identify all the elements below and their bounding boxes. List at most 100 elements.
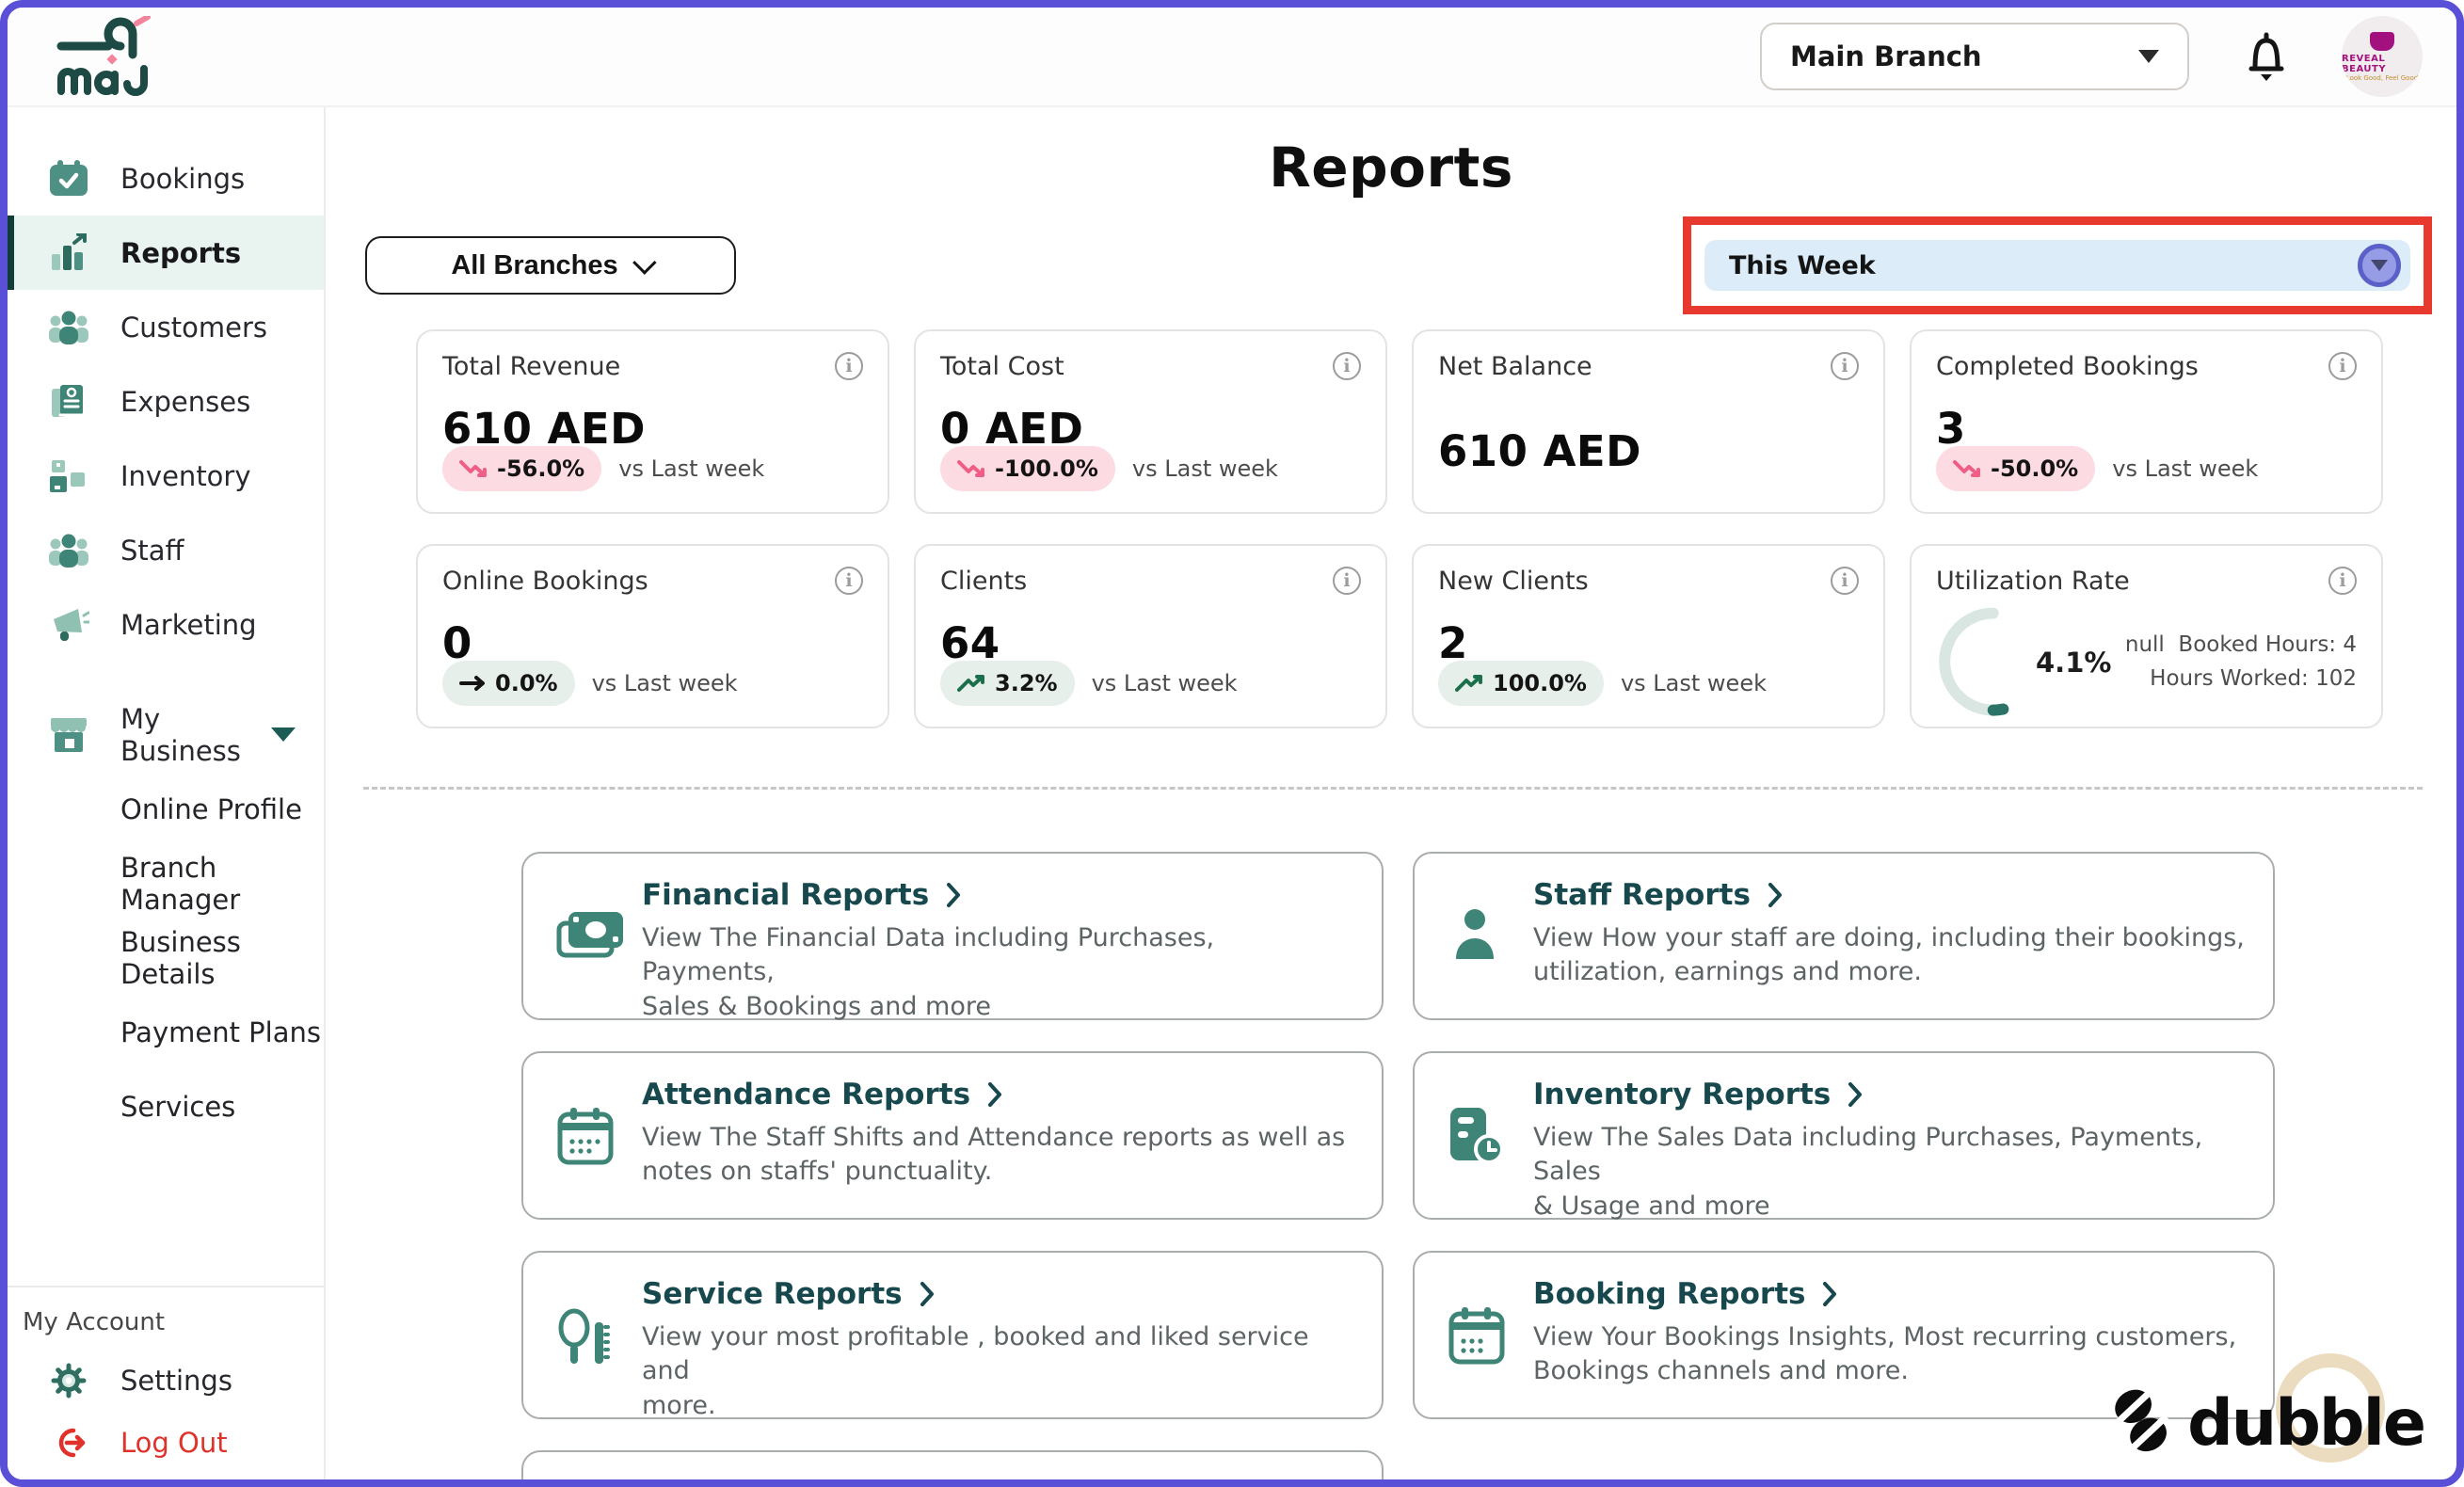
stat-label: Net Balance: [1438, 352, 1592, 381]
period-chevron-button[interactable]: [2358, 244, 2401, 287]
utilization-detail: null Booked Hours: 4Hours Worked: 102: [2125, 629, 2357, 696]
survey-icon: [555, 1477, 642, 1479]
utilization-value: 4.1%: [2036, 647, 2111, 679]
stat-card-utilization-rate: Utilization Ratei 4.1% null Booked Hours…: [1910, 544, 2383, 728]
stat-card-total-revenue: Total Revenuei 610 AED -56.0% vs Last we…: [416, 329, 889, 514]
stat-card-clients: Clientsi 64 3.2% vs Last week: [914, 544, 1387, 728]
sidebar-subitem-business-details[interactable]: Business Details: [8, 920, 324, 995]
sidebar-item-expenses[interactable]: Expenses: [8, 364, 324, 439]
page-title: Reports: [326, 136, 2456, 200]
trend-badge: -50.0%: [1936, 446, 2095, 491]
report-card-inventory[interactable]: Inventory Reports View The Sales Data in…: [1413, 1051, 2275, 1220]
sidebar-item-customers[interactable]: Customers: [8, 290, 324, 364]
notifications-bell-icon[interactable]: [2244, 30, 2289, 83]
subitem-label: Online Profile: [120, 793, 302, 825]
sidebar-subitem-branch-manager[interactable]: Branch Manager: [8, 846, 324, 920]
period-dropdown[interactable]: This Week: [1704, 240, 2410, 291]
trend-down-icon: [957, 458, 987, 479]
info-icon[interactable]: i: [835, 567, 863, 595]
gear-icon: [47, 1362, 90, 1399]
dubble-watermark: dubble: [2106, 1380, 2424, 1466]
info-icon[interactable]: i: [2328, 352, 2357, 380]
report-card-survey-reviews[interactable]: Survey Reviews: [521, 1450, 1384, 1479]
boxes-icon: [47, 457, 90, 495]
chevron-down-icon: [271, 728, 296, 742]
report-card-title: Attendance Reports: [642, 1078, 970, 1111]
trend-down-icon: [459, 458, 489, 479]
report-card-service[interactable]: Service Reports View your most profitabl…: [521, 1251, 1384, 1419]
receipt-icon: [47, 383, 90, 421]
trend-value: 0.0%: [495, 670, 558, 696]
info-icon[interactable]: i: [1333, 567, 1361, 595]
compare-label: vs Last week: [1621, 670, 1767, 696]
chevron-right-icon: [987, 1081, 1002, 1108]
report-card-desc: View How your staff are doing, including…: [1533, 923, 2245, 952]
subitem-label: Services: [120, 1091, 235, 1123]
top-bar: Main Branch REVEAL BEAUTY Look Good, Fee…: [8, 8, 2456, 105]
chevron-right-icon: [946, 882, 961, 908]
info-icon[interactable]: i: [1831, 567, 1859, 595]
stat-label: Total Revenue: [442, 352, 620, 381]
hours-worked: Hours Worked: 102: [2150, 666, 2357, 691]
sidebar-item-staff[interactable]: Staff: [8, 513, 324, 587]
avatar-emblem: [2370, 32, 2394, 51]
report-card-desc: View The Sales Data including Purchases,…: [1533, 1123, 2202, 1186]
people-icon: [47, 532, 90, 569]
sidebar-item-marketing[interactable]: Marketing: [8, 587, 324, 662]
chevron-down-icon: [632, 250, 656, 274]
stat-label: Completed Bookings: [1936, 352, 2199, 381]
banknote-icon: [555, 878, 642, 1018]
report-card-title: Service Reports: [642, 1277, 903, 1311]
report-card-title: Financial Reports: [642, 878, 929, 912]
dubble-logo-icon: [2106, 1380, 2178, 1466]
sidebar-subitem-online-profile[interactable]: Online Profile: [8, 772, 324, 846]
stats-grid: Total Revenuei 610 AED -56.0% vs Last we…: [416, 329, 2383, 728]
trend-badge: -56.0%: [442, 446, 601, 491]
sidebar-item-reports[interactable]: Reports: [8, 216, 324, 290]
info-icon[interactable]: i: [1333, 352, 1361, 380]
report-card-financial[interactable]: Financial Reports View The Financial Dat…: [521, 852, 1384, 1020]
sidebar-item-label: Expenses: [120, 386, 250, 418]
report-card-desc: & Usage and more: [1533, 1191, 1770, 1221]
sidebar-subitem-payment-plans[interactable]: Payment Plans: [8, 995, 324, 1069]
stat-card-total-cost: Total Costi 0 AED -100.0% vs Last week: [914, 329, 1387, 514]
sidebar-item-label: Settings: [120, 1365, 232, 1397]
branch-selector-dropdown[interactable]: Main Branch: [1760, 23, 2189, 90]
avatar-brand-tagline: Look Good, Feel Good: [2346, 74, 2418, 82]
section-divider: [363, 787, 2423, 790]
trend-badge: 100.0%: [1438, 661, 1604, 706]
main-panel: Reports All Branches This Week Total Rev…: [326, 107, 2456, 1479]
storefront-icon: [47, 715, 90, 755]
sidebar-item-my-business[interactable]: My Business: [8, 697, 324, 772]
chevron-right-icon: [1848, 1081, 1863, 1108]
stat-card-completed-bookings: Completed Bookingsi 3 -50.0% vs Last wee…: [1910, 329, 2383, 514]
compare-label: vs Last week: [2112, 456, 2258, 482]
info-icon[interactable]: i: [2328, 567, 2357, 595]
report-card-desc: View The Staff Shifts and Attendance rep…: [642, 1123, 1345, 1152]
sidebar: Bookings Reports Customers Expenses: [8, 107, 326, 1479]
trend-badge: 0.0%: [442, 661, 575, 706]
sidebar-subitem-services[interactable]: Services: [8, 1069, 324, 1143]
sidebar-item-label: Inventory: [120, 460, 251, 492]
stat-card-net-balance: Net Balancei 610 AED: [1412, 329, 1885, 514]
report-card-attendance[interactable]: Attendance Reports View The Staff Shifts…: [521, 1051, 1384, 1220]
report-card-title: Booking Reports: [1533, 1277, 1805, 1311]
sidebar-item-inventory[interactable]: Inventory: [8, 439, 324, 513]
sidebar-item-settings[interactable]: Settings: [8, 1350, 324, 1412]
info-icon[interactable]: i: [1831, 352, 1859, 380]
sidebar-item-bookings[interactable]: Bookings: [8, 141, 324, 216]
user-avatar[interactable]: REVEAL BEAUTY Look Good, Feel Good: [2342, 16, 2423, 97]
report-card-desc: Sales & Bookings and more: [642, 992, 991, 1021]
info-icon[interactable]: i: [835, 352, 863, 380]
report-card-desc: utilization, earnings and more.: [1533, 957, 1922, 986]
compare-label: vs Last week: [618, 456, 764, 482]
trend-value: -100.0%: [995, 456, 1098, 482]
report-card-staff[interactable]: Staff Reports View How your staff are do…: [1413, 852, 2275, 1020]
chevron-right-icon: [920, 1281, 935, 1307]
calendar-check-icon: [47, 159, 90, 199]
report-card-title: Inventory Reports: [1533, 1078, 1831, 1111]
sidebar-item-logout[interactable]: Log Out: [8, 1412, 324, 1474]
chevron-down-icon: [2138, 50, 2159, 63]
trend-up-icon: [957, 673, 987, 694]
all-branches-dropdown[interactable]: All Branches: [365, 236, 736, 295]
